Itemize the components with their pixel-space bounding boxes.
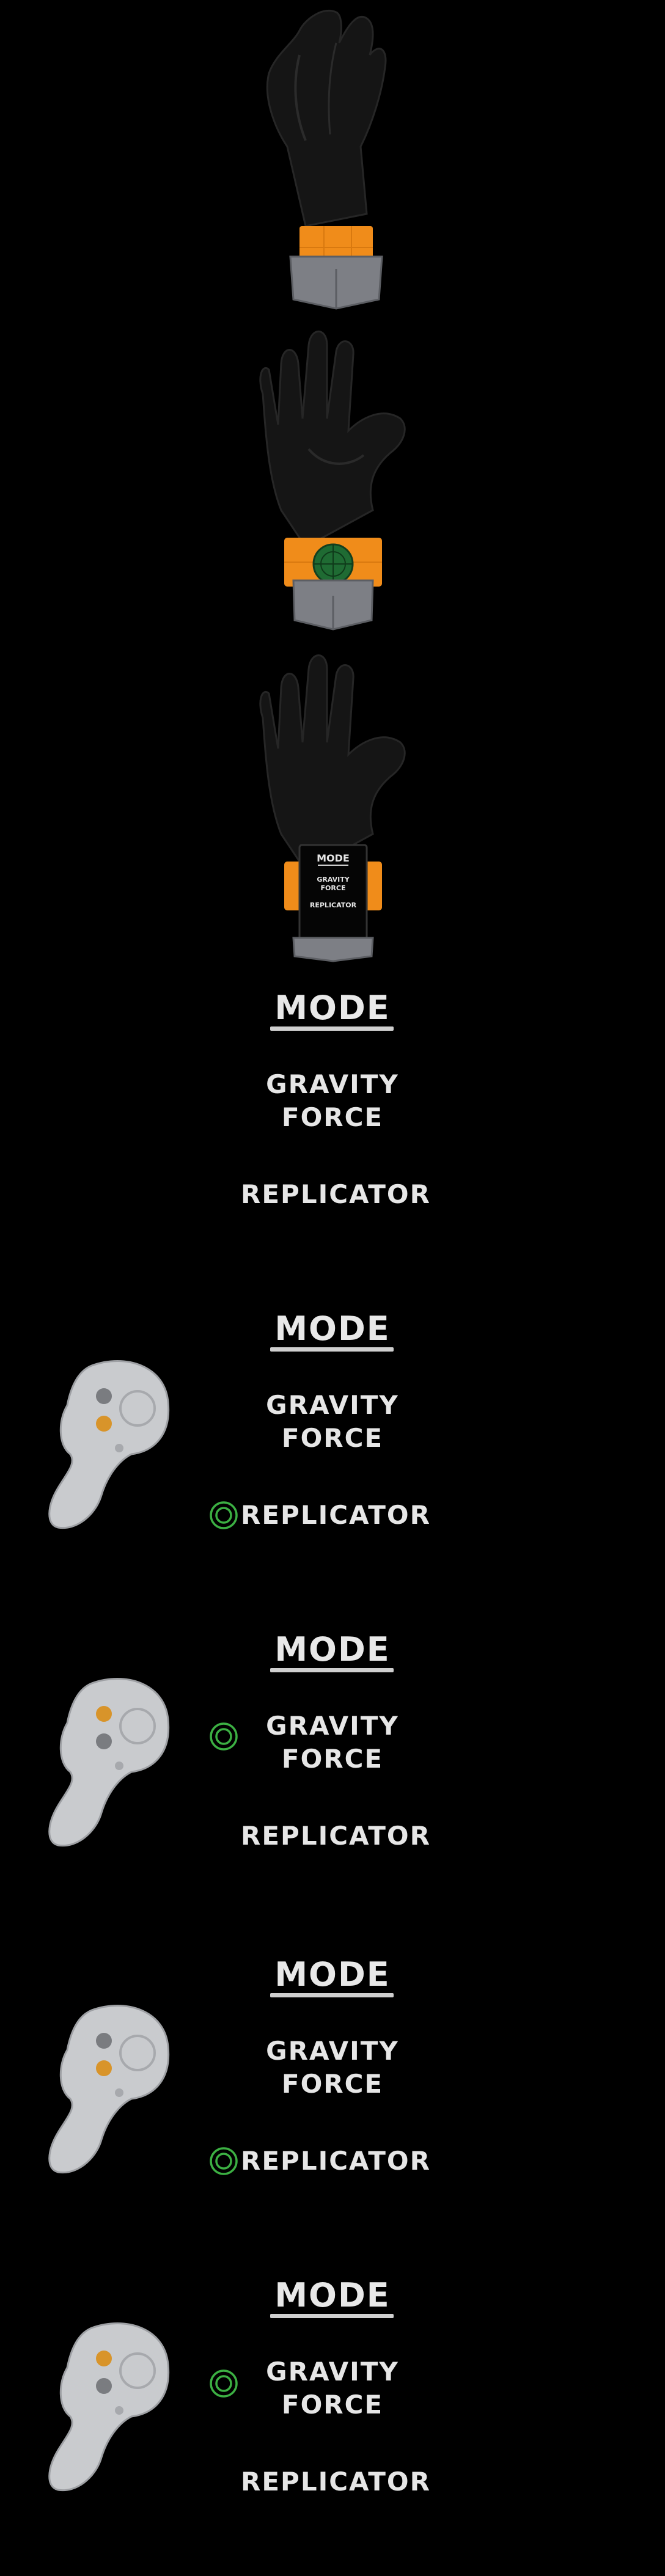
lower-button bbox=[96, 2060, 112, 2076]
mode-underline bbox=[270, 1347, 394, 1352]
mode-title: MODE bbox=[274, 1955, 391, 1994]
target-ring-icon bbox=[210, 2147, 238, 2175]
option-gravity-force[interactable]: GRAVITY FORCE bbox=[241, 1389, 424, 1455]
upper-button bbox=[96, 1706, 112, 1722]
lower-button bbox=[96, 2378, 112, 2394]
hand-palm-radar-view bbox=[259, 331, 406, 631]
glove-icon bbox=[259, 331, 406, 548]
lower-button bbox=[96, 1416, 112, 1432]
wrist-screen-replicator: REPLICATOR bbox=[310, 901, 357, 909]
wrist-base bbox=[292, 937, 374, 962]
vr-controller-icon bbox=[48, 1360, 170, 1529]
target-ring-icon bbox=[210, 1501, 238, 1529]
option-gravity-force[interactable]: GRAVITY FORCE bbox=[241, 1068, 424, 1134]
mode-title: MODE bbox=[274, 2276, 391, 2314]
option-gravity-force[interactable]: GRAVITY FORCE bbox=[241, 2035, 424, 2101]
mode-title: MODE bbox=[274, 989, 391, 1027]
upper-button bbox=[96, 2033, 112, 2049]
option-replicator[interactable]: REPLICATOR bbox=[241, 1499, 430, 1532]
vr-controller-icon bbox=[48, 2005, 170, 2174]
option-gravity-force[interactable]: GRAVITY FORCE bbox=[241, 2355, 424, 2421]
option-replicator[interactable]: REPLICATOR bbox=[241, 2465, 430, 2498]
hand-palm-screen-view: MODE GRAVITY FORCE REPLICATOR bbox=[259, 654, 406, 962]
target-ring-icon bbox=[210, 1722, 238, 1751]
lower-button bbox=[96, 1733, 112, 1749]
wrist-screen-gravity-2: FORCE bbox=[321, 884, 346, 892]
target-ring-icon bbox=[210, 2369, 238, 2398]
vr-controller-icon bbox=[48, 2322, 170, 2492]
glove-icon bbox=[266, 9, 387, 227]
vr-controller-icon bbox=[48, 1678, 170, 1847]
hand-back-view bbox=[266, 9, 387, 310]
radar-icon bbox=[312, 543, 354, 585]
mode-title: MODE bbox=[274, 1309, 391, 1348]
mode-underline bbox=[270, 2314, 394, 2318]
option-replicator[interactable]: REPLICATOR bbox=[241, 1820, 430, 1853]
mode-underline bbox=[270, 1026, 394, 1031]
mode-underline bbox=[270, 1993, 394, 1997]
upper-button bbox=[96, 2351, 112, 2366]
upper-button bbox=[96, 1388, 112, 1404]
mode-underline bbox=[270, 1668, 394, 1672]
wrist-screen-gravity-1: GRAVITY bbox=[317, 876, 350, 884]
option-gravity-force[interactable]: GRAVITY FORCE bbox=[241, 1710, 424, 1776]
option-replicator[interactable]: REPLICATOR bbox=[241, 1178, 430, 1211]
glove-icon bbox=[259, 654, 406, 872]
wrist-screen-title: MODE bbox=[317, 852, 350, 864]
mode-title: MODE bbox=[274, 1630, 391, 1669]
option-replicator[interactable]: REPLICATOR bbox=[241, 2145, 430, 2178]
